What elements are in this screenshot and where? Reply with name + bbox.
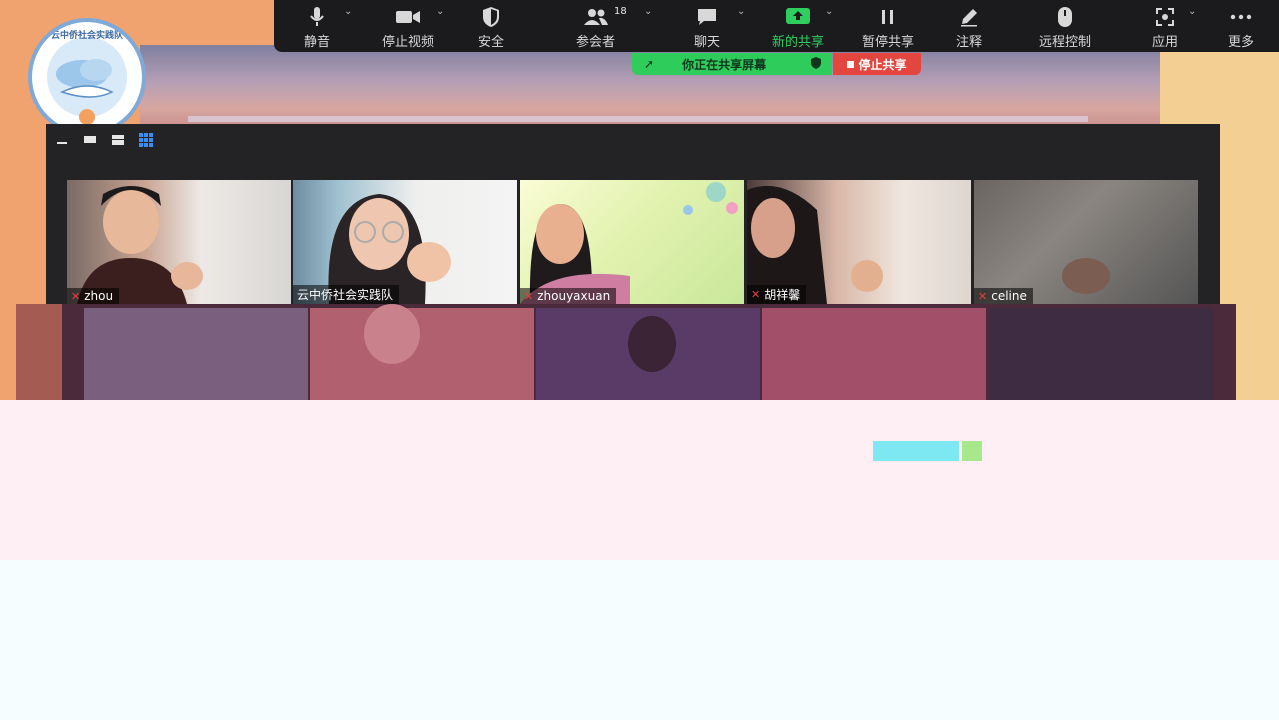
- stop-share-label: 停止共享: [858, 57, 907, 72]
- annotate-button[interactable]: 注释: [956, 4, 982, 50]
- more-dots-icon: [1230, 4, 1252, 30]
- speaker-view-icon[interactable]: [110, 132, 126, 148]
- participant-tile[interactable]: ✕ celine: [974, 180, 1198, 304]
- share-screen-icon: [785, 4, 811, 30]
- glitched-area-lower: [0, 560, 1279, 720]
- participant-name: zhouyaxuan: [537, 289, 611, 303]
- apps-options-caret[interactable]: ⌄: [1188, 6, 1196, 17]
- muted-mic-icon: ✕: [978, 289, 988, 303]
- sharing-status-banner[interactable]: ➚ 你正在共享屏幕: [632, 53, 832, 75]
- remote-control-label: 远程控制: [1039, 35, 1092, 50]
- pencil-icon: [959, 4, 979, 30]
- participant-tile[interactable]: 云中侨社会实践队: [293, 180, 517, 304]
- stop-video-button[interactable]: 停止视频: [382, 4, 434, 50]
- participants-button[interactable]: 参会者: [576, 4, 615, 50]
- logo-text: 云中侨社会实践队: [50, 31, 123, 41]
- participant-tile[interactable]: ✕ zhou: [67, 180, 291, 304]
- team-logo: 云中侨社会实践队: [28, 18, 146, 136]
- new-share-label: 新的共享: [772, 35, 825, 50]
- mute-label: 静音: [304, 35, 331, 50]
- stop-square-icon: [847, 60, 855, 68]
- participant-name-tag: ✕ celine: [974, 288, 1033, 304]
- more-button[interactable]: 更多: [1228, 4, 1254, 50]
- shield-check-icon: [810, 56, 822, 73]
- video-options-caret[interactable]: ⌄: [436, 6, 444, 17]
- participants-icon: [583, 4, 609, 30]
- meeting-toolbar: 静音 ⌄ 停止视频 ⌄ 安全 参会者 18 ⌄ 聊天 ⌄ 新的共享 ⌄ 暂停共享…: [274, 0, 1279, 52]
- glitch-badge-small: [962, 441, 982, 461]
- participants-options-caret[interactable]: ⌄: [644, 6, 652, 17]
- sharing-status-text: 你正在共享屏幕: [682, 57, 767, 72]
- glitch-badge: [873, 441, 959, 461]
- participant-name-tag: ✕ 胡祥馨: [747, 285, 807, 304]
- participants-count: 18: [614, 6, 627, 17]
- participant-name: 云中侨社会实践队: [297, 288, 394, 302]
- stop-video-label: 停止视频: [382, 35, 435, 50]
- chat-label: 聊天: [694, 35, 721, 50]
- chat-bubble-icon: [696, 4, 718, 30]
- video-camera-icon: [395, 4, 421, 30]
- more-label: 更多: [1228, 35, 1255, 50]
- stop-share-button[interactable]: 停止共享: [833, 53, 921, 75]
- annotate-label: 注释: [956, 35, 983, 50]
- muted-mic-icon: ✕: [524, 289, 534, 303]
- glitched-video-strip: [62, 304, 1236, 400]
- participant-name-tag: ✕ zhou: [67, 288, 120, 304]
- muted-mic-icon: ✕: [751, 288, 761, 301]
- apps-label: 应用: [1152, 35, 1179, 50]
- mouse-icon: [1057, 4, 1073, 30]
- share-arrow-icon: ➚: [644, 57, 655, 71]
- security-label: 安全: [478, 35, 505, 50]
- participant-tile[interactable]: ✕ 胡祥馨: [747, 180, 971, 304]
- muted-mic-icon: ✕: [71, 289, 81, 303]
- shared-window-edge: [188, 116, 1088, 122]
- minimize-icon[interactable]: [54, 132, 70, 148]
- new-share-button[interactable]: 新的共享: [772, 4, 824, 50]
- participant-name-tag: 云中侨社会实践队: [293, 285, 400, 304]
- participant-video: [520, 182, 738, 304]
- participant-tile[interactable]: ✕ zhouyaxuan: [520, 180, 744, 304]
- pause-icon: [880, 4, 896, 30]
- chat-options-caret[interactable]: ⌄: [737, 6, 745, 17]
- chat-button[interactable]: 聊天: [694, 4, 720, 50]
- remote-control-button[interactable]: 远程控制: [1039, 4, 1091, 50]
- apps-icon: [1154, 4, 1176, 30]
- pause-share-button[interactable]: 暂停共享: [862, 4, 914, 50]
- pause-share-label: 暂停共享: [862, 35, 915, 50]
- gallery-view-icon[interactable]: [138, 132, 154, 148]
- single-view-icon[interactable]: [82, 132, 98, 148]
- glitched-video-row: [16, 304, 1236, 400]
- participant-name: zhou: [84, 289, 114, 303]
- apps-button[interactable]: 应用: [1152, 4, 1178, 50]
- glitched-video-content: [84, 304, 1214, 400]
- participant-name-tag: ✕ zhouyaxuan: [520, 288, 617, 304]
- participant-name: 胡祥馨: [764, 288, 801, 302]
- security-button[interactable]: 安全: [478, 4, 504, 50]
- gallery-view-controls: [54, 132, 154, 148]
- microphone-icon: [308, 4, 326, 30]
- share-options-caret[interactable]: ⌄: [825, 6, 833, 17]
- shield-icon: [481, 4, 501, 30]
- participant-name: celine: [991, 289, 1027, 303]
- mute-button[interactable]: 静音: [304, 4, 330, 50]
- participants-label: 参会者: [576, 35, 616, 50]
- mute-options-caret[interactable]: ⌄: [344, 6, 352, 17]
- participant-video: [77, 186, 203, 304]
- participant-video: [1062, 258, 1110, 294]
